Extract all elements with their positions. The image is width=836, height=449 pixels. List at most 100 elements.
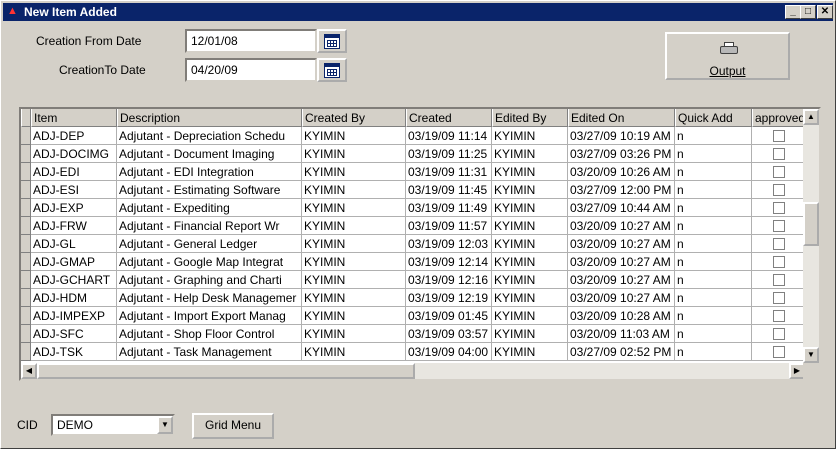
table-cell: KYIMIN <box>302 145 406 163</box>
table-row[interactable]: ADJ-GCHART Adjutant - Graphing and Charti… <box>21 271 806 289</box>
approved-checkbox[interactable] <box>772 274 785 286</box>
chevron-down-icon[interactable]: ▼ <box>157 416 173 434</box>
to-date-input[interactable]: 04/20/09 <box>185 58 317 82</box>
table-row[interactable]: ADJ-DOCIMG Adjutant - Document Imaging KYI… <box>21 145 806 163</box>
from-date-label: Creation From Date <box>36 34 142 48</box>
table-cell: 03/20/09 11:03 AM <box>568 325 675 343</box>
scroll-up-button[interactable]: ▲ <box>803 109 819 125</box>
table-cell: KYIMIN <box>302 343 406 361</box>
table-cell: n <box>675 253 752 271</box>
table-cell: n <box>675 307 752 325</box>
column-header[interactable]: approved <box>752 109 806 127</box>
row-selector[interactable] <box>21 127 31 145</box>
approved-checkbox[interactable] <box>772 256 785 268</box>
approved-checkbox[interactable] <box>772 202 785 214</box>
table-cell: KYIMIN <box>492 127 568 145</box>
table-cell: 03/19/09 01:45 <box>406 307 492 325</box>
table-cell: KYIMIN <box>492 289 568 307</box>
table-cell: KYIMIN <box>302 307 406 325</box>
row-selector[interactable] <box>21 199 31 217</box>
output-button[interactable]: Output <box>665 32 790 80</box>
table-row[interactable]: ADJ-GL Adjutant - General Ledger KYIMIN 03/… <box>21 235 806 253</box>
scroll-down-button[interactable]: ▼ <box>803 347 819 363</box>
approved-cell <box>752 271 806 289</box>
output-button-label: Output <box>709 64 746 78</box>
table-row[interactable]: ADJ-GMAP Adjutant - Google Map Integrat KY… <box>21 253 806 271</box>
column-header[interactable]: Edited On <box>568 109 675 127</box>
table-cell: n <box>675 289 752 307</box>
column-header[interactable]: Quick Add <box>675 109 752 127</box>
table-cell: n <box>675 271 752 289</box>
table-row[interactable]: ADJ-EDI Adjutant - EDI Integration KYIMIN 0… <box>21 163 806 181</box>
approved-checkbox[interactable] <box>772 310 785 322</box>
table-cell: n <box>675 127 752 145</box>
table-row[interactable]: ADJ-TSK Adjutant - Task Management KYIMIN 0… <box>21 343 806 361</box>
vertical-scrollbar[interactable]: ▲ ▼ <box>803 109 819 363</box>
row-selector[interactable] <box>21 325 31 343</box>
table-row[interactable]: ADJ-FRW Adjutant - Financial Report Wr KYI… <box>21 217 806 235</box>
column-header[interactable]: Created By <box>302 109 406 127</box>
table-cell: Adjutant - Financial Report Wr <box>117 217 302 235</box>
table-cell: 03/20/09 10:26 AM <box>568 163 675 181</box>
minimize-button[interactable]: _ <box>785 5 801 19</box>
row-selector[interactable] <box>21 217 31 235</box>
approved-checkbox[interactable] <box>772 346 785 358</box>
approved-checkbox[interactable] <box>772 148 785 160</box>
column-header[interactable]: Created <box>406 109 492 127</box>
row-selector[interactable] <box>21 235 31 253</box>
to-date-calendar-button[interactable] <box>317 58 347 82</box>
table-row[interactable]: ADJ-DEP Adjutant - Depreciation Schedu KYI… <box>21 127 806 145</box>
table-cell: ADJ-EXP <box>31 199 117 217</box>
scroll-left-button[interactable]: ◀ <box>21 363 37 379</box>
table-cell: ADJ-HDM <box>31 289 117 307</box>
approved-cell <box>752 235 806 253</box>
approved-checkbox[interactable] <box>772 292 785 304</box>
row-selector[interactable] <box>21 253 31 271</box>
table-row[interactable]: ADJ-EXP Adjutant - Expediting KYIMIN 03/19/… <box>21 199 806 217</box>
table-row[interactable]: ADJ-IMPEXP Adjutant - Import Export Manag… <box>21 307 806 325</box>
table-cell: 03/27/09 10:44 AM <box>568 199 675 217</box>
table-cell: ADJ-TSK <box>31 343 117 361</box>
table-cell: Adjutant - EDI Integration <box>117 163 302 181</box>
horizontal-scroll-thumb[interactable] <box>37 363 415 379</box>
table-row[interactable]: ADJ-SFC Adjutant - Shop Floor Control KYIM… <box>21 325 806 343</box>
table-cell: KYIMIN <box>302 253 406 271</box>
cid-select[interactable]: DEMO ▼ <box>51 414 175 436</box>
table-cell: ADJ-FRW <box>31 217 117 235</box>
approved-checkbox[interactable] <box>772 220 785 232</box>
column-header[interactable]: Item <box>31 109 117 127</box>
row-selector[interactable] <box>21 181 31 199</box>
table-cell: 03/20/09 10:27 AM <box>568 253 675 271</box>
approved-checkbox[interactable] <box>772 238 785 250</box>
table-cell: n <box>675 199 752 217</box>
row-selector[interactable] <box>21 271 31 289</box>
approved-checkbox[interactable] <box>772 184 785 196</box>
row-selector[interactable] <box>21 343 31 361</box>
row-selector[interactable] <box>21 163 31 181</box>
maximize-button[interactable]: □ <box>800 5 816 19</box>
items-grid[interactable]: Item Description Created By Created Edited B… <box>19 107 821 381</box>
table-row[interactable]: ADJ-ESI Adjutant - Estimating Software KYI… <box>21 181 806 199</box>
row-selector[interactable] <box>21 289 31 307</box>
column-header[interactable]: Edited By <box>492 109 568 127</box>
from-date-input[interactable]: 12/01/08 <box>185 29 317 53</box>
table-cell: KYIMIN <box>302 127 406 145</box>
approved-checkbox[interactable] <box>772 130 785 142</box>
row-selector[interactable] <box>21 145 31 163</box>
table-cell: Adjutant - Import Export Manag <box>117 307 302 325</box>
table-cell: KYIMIN <box>492 253 568 271</box>
approved-checkbox[interactable] <box>772 166 785 178</box>
table-row[interactable]: ADJ-HDM Adjutant - Help Desk Managemer KYI… <box>21 289 806 307</box>
table-cell: 03/19/09 11:25 <box>406 145 492 163</box>
header-select-cell <box>21 109 31 127</box>
grid-menu-button[interactable]: Grid Menu <box>192 413 274 439</box>
table-cell: 03/20/09 10:27 AM <box>568 271 675 289</box>
horizontal-scrollbar[interactable]: ◀ ▶ <box>21 363 805 379</box>
close-button[interactable]: ✕ <box>817 5 833 19</box>
table-cell: n <box>675 343 752 361</box>
row-selector[interactable] <box>21 307 31 325</box>
from-date-calendar-button[interactable] <box>317 29 347 53</box>
vertical-scroll-thumb[interactable] <box>803 202 819 246</box>
approved-checkbox[interactable] <box>772 328 785 340</box>
column-header[interactable]: Description <box>117 109 302 127</box>
